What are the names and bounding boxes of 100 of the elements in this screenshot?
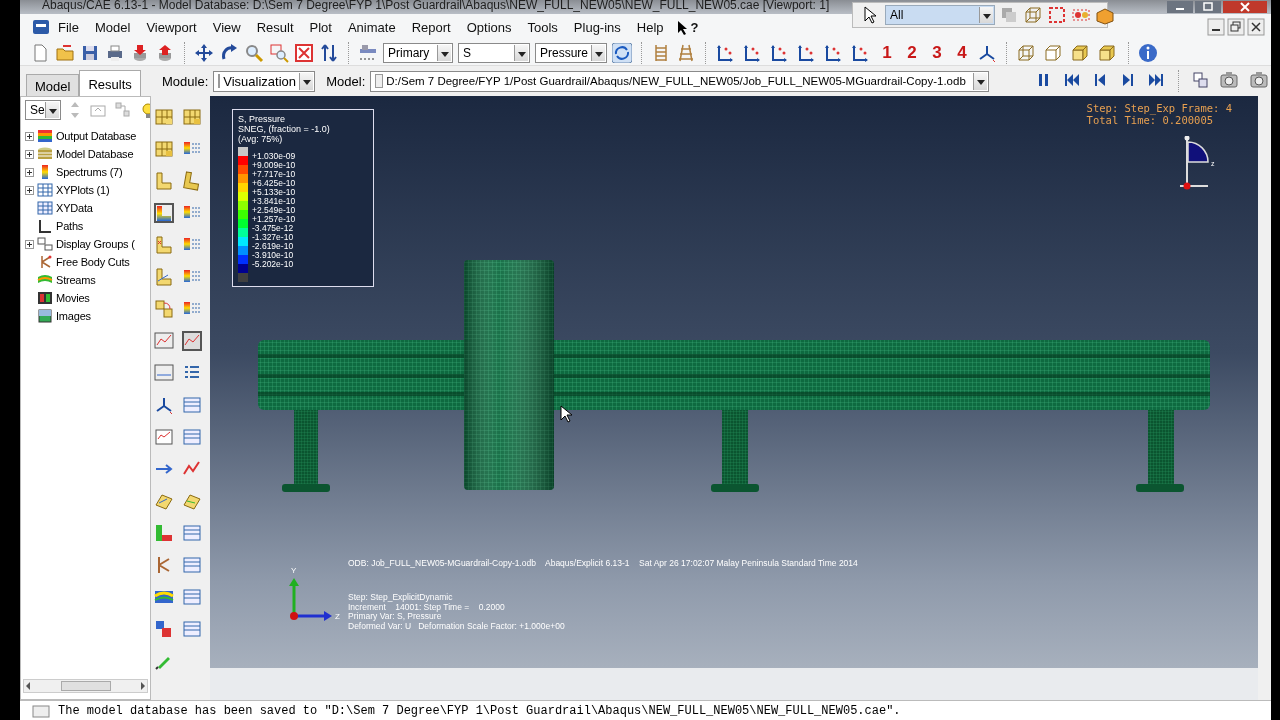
scrollbar-thumb[interactable] [60, 681, 111, 691]
context-help-button[interactable]: ? [671, 19, 703, 35]
display-group-icon [37, 236, 53, 252]
film-icon [37, 290, 53, 306]
tree-item[interactable]: XYPlots (1) [56, 184, 110, 196]
menu-item[interactable]: Animate [339, 19, 404, 35]
view-button[interactable]: 1 [877, 42, 897, 63]
menu-item[interactable]: Plug-ins [565, 19, 629, 35]
legend-value: -1.327e-10 [252, 233, 295, 242]
step-info: Step: Step_Exp Frame: 4 [1086, 102, 1232, 114]
legend-value: +2.549e-10 [252, 206, 296, 215]
primary-variable-combo[interactable]: Primary [383, 42, 453, 63]
model-combo[interactable]: D:/Sem 7 Degree/FYP 1/Post Guardrail/Abaqus/NEW_FULL_NEW05/Job_FULL_NEW05-MGuardrail-Copy-1.odb [370, 70, 989, 92]
info-icon[interactable] [1138, 42, 1158, 63]
view-button[interactable]: 3 [927, 42, 947, 63]
open-folder-icon[interactable] [55, 42, 75, 63]
legend-value: -3.910e-10 [252, 251, 295, 260]
tree-item[interactable]: Images [56, 310, 91, 322]
module-combo[interactable]: Visualization [213, 70, 316, 92]
expand-toggle[interactable] [25, 167, 34, 177]
step-info: Total Time: 0.200005 [1086, 114, 1215, 126]
tab[interactable]: Results [79, 70, 141, 96]
box-zoom-icon[interactable] [269, 42, 289, 63]
legend-value: +1.030e-09 [252, 152, 296, 161]
legend-value: +3.841e-10 [252, 197, 296, 206]
box-select-icon[interactable] [1047, 5, 1067, 25]
database-icon [37, 146, 53, 162]
menu-item[interactable]: Report [403, 19, 459, 35]
maximize-icon[interactable] [1194, 1, 1221, 13]
grid-icon [37, 182, 53, 198]
menu-item[interactable]: File [50, 19, 87, 35]
swap-arrows-icon[interactable] [319, 42, 339, 63]
view-button[interactable]: 2 [902, 42, 922, 63]
restore-icon[interactable] [1226, 18, 1245, 36]
message-text: The model database has been saved to "D:\Sem 7 Degree\FYP 1\Post Guardrail\Abaqus\NEW_FULL_NEW05\NEW_FULL_NEW05.cae". [58, 703, 901, 718]
cube-selection-icon[interactable] [1023, 5, 1043, 25]
expand-toggle[interactable] [25, 131, 34, 141]
rail-icon[interactable] [676, 42, 696, 63]
legend-value: -5.202e-10 [252, 260, 295, 269]
menu-item[interactable]: Plot [301, 19, 340, 35]
tree-item[interactable]: Spectrums (7) [56, 166, 123, 178]
tab[interactable]: Model [26, 74, 80, 96]
legend-value: -2.619e-10 [252, 242, 295, 251]
tree-item[interactable]: Paths [56, 220, 84, 232]
invariant-combo[interactable]: Pressure [535, 42, 607, 63]
close-icon[interactable] [1246, 18, 1265, 36]
minimize-icon[interactable] [1206, 18, 1225, 36]
menu-item[interactable]: Options [458, 19, 520, 35]
expand-toggle[interactable] [25, 185, 34, 195]
xy-plot-icon[interactable] [182, 331, 204, 353]
contour-plot-icon[interactable] [154, 203, 176, 225]
overlay-icon[interactable] [1190, 70, 1211, 90]
state-info: Increment 14001: Step Time = 0.2000 [348, 602, 506, 612]
print-icon[interactable] [105, 42, 125, 63]
cursor-icon [560, 405, 572, 423]
odb-info: ODB: Job_FULL_NEW05-MGuardrail-Copy-1.odb Abaqus/Explicit 6.13-1 Sat Apr 26 17:02:07 Malay Peninsula Standard Time 2014 [348, 558, 858, 568]
close-icon[interactable] [1222, 1, 1267, 13]
tree-item[interactable]: Model Database [56, 148, 134, 160]
menu-item[interactable]: Viewport [138, 19, 205, 35]
tree-item[interactable]: Movies [56, 292, 90, 304]
legend-value: +6.425e-10 [252, 179, 296, 188]
legend-value: +5.133e-10 [252, 188, 296, 197]
axis-label: Y [291, 566, 297, 575]
menu-item[interactable]: Result [248, 19, 302, 35]
table-icon [37, 200, 53, 216]
field-variable-combo[interactable]: S [458, 42, 530, 63]
legend-title: SNEG, (fraction = -1.0) [238, 124, 331, 134]
orientation-triad-drawing [1180, 136, 1209, 190]
expand-toggle[interactable] [25, 149, 34, 159]
camera-icon[interactable] [1218, 70, 1241, 90]
model-label: Model: [326, 73, 366, 89]
menu-item[interactable]: View [204, 19, 249, 35]
menu-item[interactable]: Model [86, 19, 139, 35]
axis-label: Z [335, 612, 340, 621]
fit-view-icon[interactable] [294, 42, 314, 63]
view-button[interactable]: 4 [952, 42, 972, 63]
expand-toggle[interactable] [25, 239, 34, 249]
tree-item[interactable]: Free Body Cuts [56, 256, 130, 268]
sweep-icon[interactable] [154, 299, 176, 321]
state-info: Deformed Var: U Deformation Scale Factor: +1.000e+00 [348, 621, 565, 631]
image-icon [37, 308, 53, 324]
module-label: Module: [162, 73, 209, 89]
legend-value: +1.257e-10 [252, 215, 296, 224]
magnify-icon[interactable] [244, 42, 264, 63]
tree-item[interactable]: XYData [56, 202, 93, 214]
tree-filter-combo[interactable]: Se [25, 100, 61, 120]
path-icon [37, 218, 53, 234]
tree-item[interactable]: Streams [56, 274, 96, 286]
selection-filter-combo[interactable]: All [885, 5, 995, 25]
state-info: Primary Var: S, Pressure [348, 612, 443, 622]
tree-item[interactable]: Output Database [56, 130, 137, 142]
pan-icon[interactable] [194, 42, 214, 63]
camera-icon[interactable] [1248, 70, 1271, 90]
state-info: Step: Step_ExplicitDynamic [348, 593, 454, 603]
legend-value: -3.475e-12 [252, 224, 295, 233]
sync-icon[interactable] [612, 42, 632, 63]
menu-item[interactable]: Tools [519, 19, 566, 35]
tree-item[interactable]: Display Groups ( [56, 238, 135, 250]
legend-value: +7.717e-10 [252, 170, 296, 179]
menu-item[interactable]: Help [628, 19, 672, 35]
